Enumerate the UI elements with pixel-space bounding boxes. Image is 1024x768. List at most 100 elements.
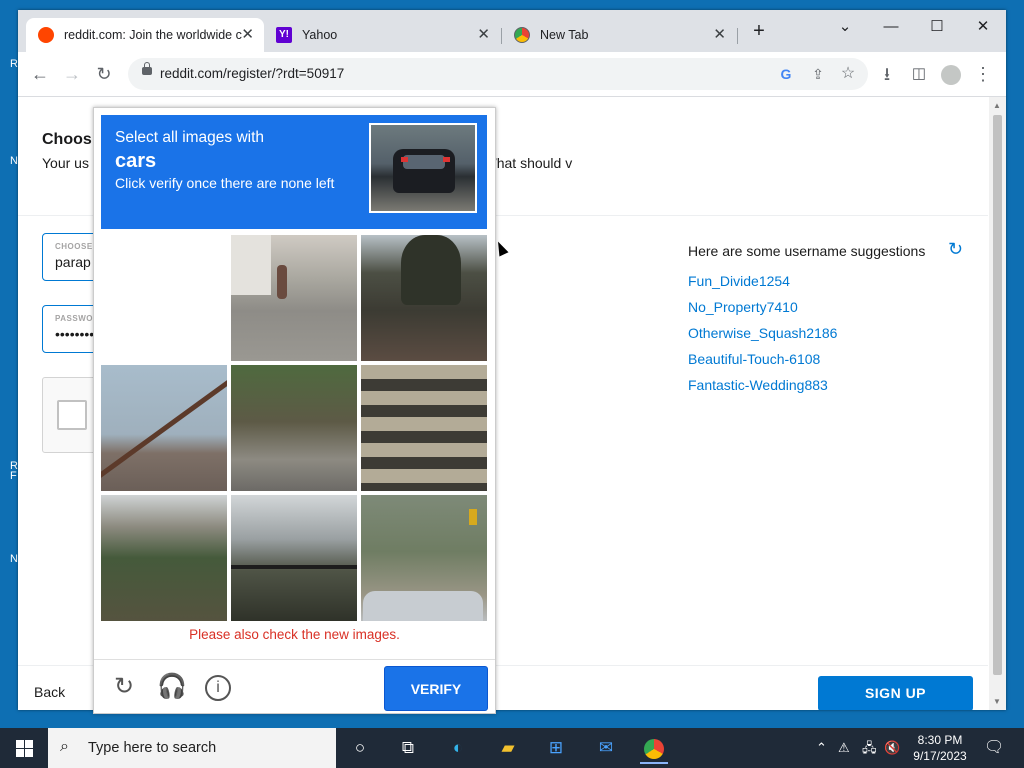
tab-yahoo[interactable]: Y! Yahoo ✕ — [264, 18, 500, 52]
menu-kebab-icon[interactable]: ⋮ — [969, 60, 997, 88]
windows-taskbar: ⌕ Type here to search ○ ⧉ ◐ ▰ ⊞ ✉ ⌃ ⚠ 🖧 … — [0, 728, 1024, 768]
side-panel-icon[interactable]: ◫ — [905, 60, 933, 88]
network-icon[interactable]: 🖧 — [862, 728, 877, 768]
bookmark-star-icon[interactable]: ☆ — [836, 62, 860, 86]
windows-start-icon[interactable] — [0, 728, 48, 768]
file-explorer-icon[interactable]: ▰ — [494, 734, 522, 762]
page-scrollbar[interactable]: ▲ ▼ — [989, 97, 1006, 710]
close-window-button[interactable]: ✕ — [960, 14, 1006, 40]
volume-muted-icon[interactable]: 🔇 — [884, 728, 900, 768]
car-illustration — [393, 149, 455, 193]
tab-strip: reddit.com: Join the worldwide c ✕ Y! Ya… — [18, 10, 1006, 52]
username-label: CHOOSE — [55, 242, 93, 251]
captcha-instructions: Select all images with cars Click verify… — [101, 115, 487, 229]
forward-arrow-icon[interactable]: → — [58, 60, 86, 88]
system-clock[interactable]: 8:30 PM 9/17/2023 — [906, 732, 974, 764]
share-icon[interactable]: ⇪ — [806, 62, 830, 86]
scroll-thumb[interactable] — [993, 115, 1002, 675]
captcha-target-object: cars — [115, 150, 157, 172]
refresh-suggestions-icon[interactable]: ↻ — [948, 239, 963, 260]
network-alert-icon[interactable]: ⚠ — [838, 728, 850, 768]
tab-new-tab[interactable]: New Tab ✕ — [502, 18, 736, 52]
suggestions-heading: Here are some username suggestions — [688, 243, 926, 259]
clock-date: 9/17/2023 — [913, 749, 967, 763]
chrome-icon — [514, 27, 530, 43]
tab-search-button[interactable]: ⌄ — [822, 14, 868, 40]
scroll-up-icon[interactable]: ▲ — [993, 101, 1001, 110]
username-suggestion[interactable]: Fun_Divide1254 — [688, 273, 790, 289]
captcha-tile-crosswalk[interactable] — [361, 365, 487, 491]
tab-title: New Tab — [540, 28, 589, 42]
yahoo-icon: Y! — [276, 27, 292, 43]
captcha-sample-image — [369, 123, 477, 213]
desktop-background: R N R F N — [0, 0, 18, 728]
captcha-challenge: Select all images with cars Click verify… — [93, 107, 496, 714]
download-icon[interactable]: ⭳ — [873, 60, 901, 88]
username-suggestion[interactable]: Otherwise_Squash2186 — [688, 325, 837, 341]
username-suggestion[interactable]: Fantastic-Wedding883 — [688, 377, 828, 393]
mail-icon[interactable]: ✉ — [592, 734, 620, 762]
minimize-button[interactable]: — — [868, 14, 914, 40]
username-suggestion[interactable]: Beautiful-Touch-6108 — [688, 351, 820, 367]
scroll-down-icon[interactable]: ▼ — [993, 697, 1001, 706]
search-icon: ⌕ — [60, 738, 69, 755]
tab-title: reddit.com: Join the worldwide c — [64, 28, 242, 42]
reddit-icon — [38, 27, 54, 43]
desktop-icon-label: N — [10, 553, 18, 565]
captcha-tile-car-signal[interactable] — [361, 495, 487, 621]
back-arrow-icon[interactable]: ← — [26, 60, 54, 88]
reload-icon[interactable]: ↻ — [90, 60, 118, 88]
taskbar-search[interactable]: ⌕ Type here to search — [48, 728, 336, 768]
show-hidden-icons[interactable]: ⌃ — [816, 728, 827, 768]
tab-reddit[interactable]: reddit.com: Join the worldwide c ✕ — [26, 18, 264, 52]
username-suggestion[interactable]: No_Property7410 — [688, 299, 798, 315]
sign-up-button[interactable]: SIGN UP — [818, 676, 973, 710]
close-tab-icon[interactable]: ✕ — [713, 18, 726, 52]
divider — [94, 659, 495, 660]
search-placeholder: Type here to search — [88, 740, 217, 756]
tail-light — [443, 157, 450, 162]
address-bar[interactable]: reddit.com/register/?rdt=50917 G ⇪ ☆ — [128, 58, 868, 90]
captcha-tile-roof[interactable] — [101, 365, 227, 491]
verify-button[interactable]: VERIFY — [384, 666, 488, 711]
tail-light — [401, 157, 408, 162]
cortana-icon[interactable]: ○ — [346, 734, 374, 762]
captcha-tile-blank[interactable] — [101, 235, 227, 361]
notifications-icon[interactable]: 🗨 — [984, 728, 1004, 768]
audio-challenge-icon[interactable]: 🎧 — [157, 672, 187, 702]
edge-icon[interactable]: ◐ — [444, 734, 472, 762]
captcha-tile-street-person[interactable] — [231, 235, 357, 361]
store-icon[interactable]: ⊞ — [542, 734, 570, 762]
password-label: PASSWO — [55, 314, 93, 323]
close-tab-icon[interactable]: ✕ — [241, 18, 254, 52]
captcha-tile-fence-house[interactable] — [231, 495, 357, 621]
password-value: •••••••• — [55, 326, 95, 342]
back-button[interactable]: Back — [34, 684, 65, 700]
new-tab-button[interactable]: + — [736, 18, 782, 44]
maximize-button[interactable]: ☐ — [914, 14, 960, 40]
captcha-instruction-line: Select all images with — [115, 129, 265, 146]
lock-icon — [142, 62, 152, 75]
captcha-warning: Please also check the new images. — [189, 627, 400, 642]
recaptcha-checkbox[interactable] — [57, 400, 87, 430]
page-title: Choos — [42, 131, 92, 148]
reload-challenge-icon[interactable]: ↻ — [109, 672, 139, 702]
captcha-tile-plant-rocks[interactable] — [231, 365, 357, 491]
clock-time: 8:30 PM — [917, 733, 963, 747]
tab-title: Yahoo — [302, 28, 338, 42]
username-value: parap — [55, 254, 91, 270]
browser-toolbar: ← → ↻ reddit.com/register/?rdt=50917 G ⇪… — [18, 52, 1006, 97]
desktop-icon-label: N — [10, 155, 18, 167]
url-text: reddit.com/register/?rdt=50917 — [160, 66, 345, 81]
captcha-tile-trees-road[interactable] — [361, 235, 487, 361]
task-view-icon[interactable]: ⧉ — [394, 734, 422, 762]
google-icon[interactable]: G — [774, 62, 798, 86]
close-tab-icon[interactable]: ✕ — [477, 18, 490, 52]
desktop-icon-label: F — [10, 470, 17, 482]
desktop-icon-label: R — [10, 58, 18, 70]
profile-icon[interactable] — [937, 60, 965, 88]
captcha-instruction-line: Click verify once there are none left — [115, 175, 335, 191]
info-icon[interactable]: i — [205, 675, 231, 701]
captcha-tile-bridge[interactable] — [101, 495, 227, 621]
chrome-taskbar-icon[interactable] — [640, 734, 668, 764]
